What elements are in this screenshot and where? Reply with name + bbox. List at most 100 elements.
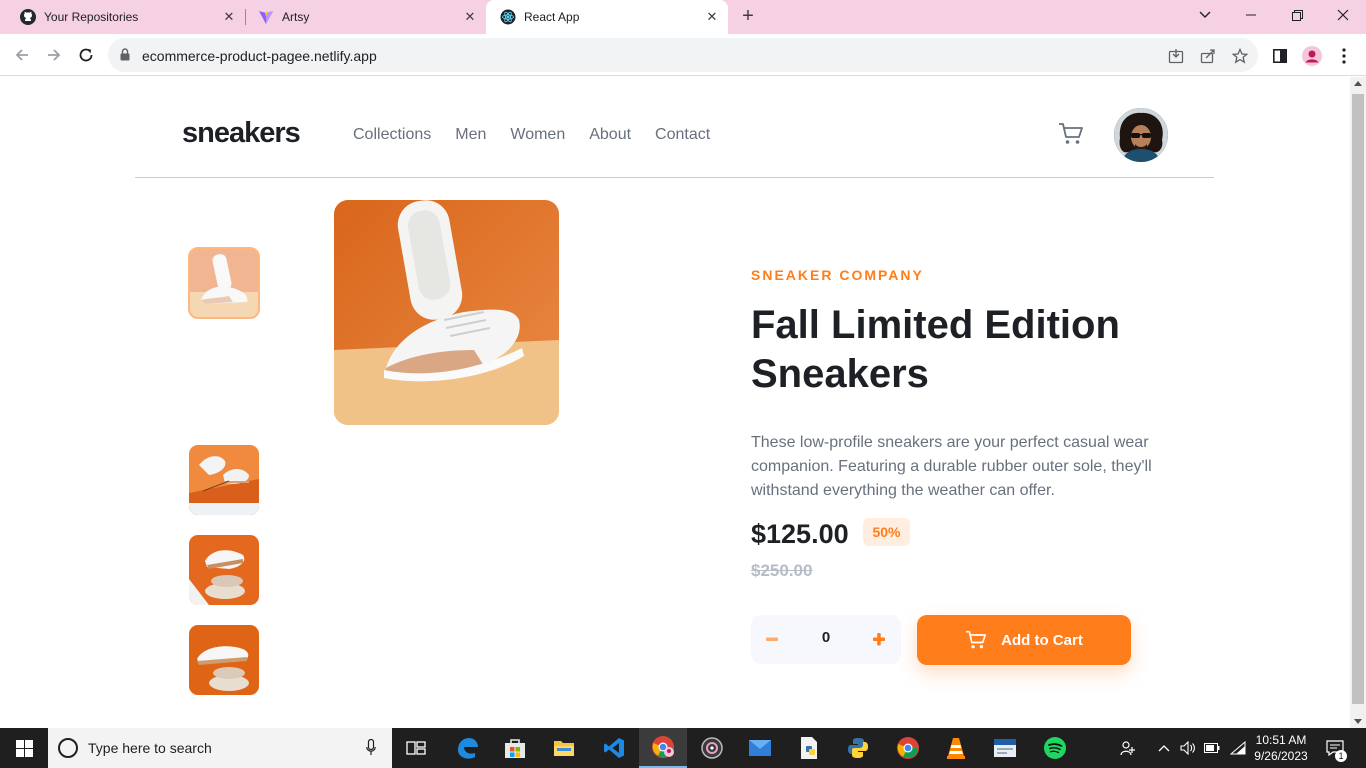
- taskbar-app-window[interactable]: [981, 728, 1029, 768]
- microphone-icon[interactable]: [366, 738, 376, 761]
- edge-icon: [458, 738, 478, 759]
- site-logo[interactable]: sneakers: [182, 117, 301, 150]
- volume-icon: [1180, 741, 1195, 755]
- notification-count-badge: 1: [1335, 750, 1347, 762]
- bookmark-star-icon[interactable]: [1231, 47, 1249, 65]
- vscode-icon: [604, 738, 624, 758]
- media-player-icon: [701, 737, 723, 759]
- tray-people-button[interactable]: [1116, 728, 1140, 768]
- taskbar-chrome-active[interactable]: [639, 728, 687, 768]
- nav-link-about[interactable]: About: [589, 126, 631, 144]
- tab-react-app[interactable]: React App ✕: [486, 0, 728, 34]
- scroll-up-icon[interactable]: [1354, 81, 1362, 86]
- react-icon: [500, 9, 516, 25]
- address-bar[interactable]: ecommerce-product-pagee.netlify.app: [108, 38, 1258, 72]
- taskbar-media-player[interactable]: [688, 728, 736, 768]
- tab-search-button[interactable]: [1182, 0, 1228, 30]
- tray-overflow-button[interactable]: [1154, 728, 1174, 768]
- store-icon: [505, 739, 525, 758]
- browser-menu-button[interactable]: [1334, 46, 1354, 66]
- current-price: $125.00: [751, 519, 849, 549]
- new-tab-button[interactable]: +: [738, 6, 758, 27]
- tray-volume-button[interactable]: [1178, 728, 1198, 768]
- plus-icon: [873, 633, 885, 646]
- main-nav: Collections Men Women About Contact: [353, 126, 710, 144]
- tray-battery-button[interactable]: [1202, 728, 1222, 768]
- taskbar-clock[interactable]: 10:51 AM 9/26/2023: [1250, 732, 1312, 764]
- restore-button[interactable]: [1274, 0, 1320, 30]
- header-divider: [135, 177, 1214, 178]
- task-view-button[interactable]: [392, 728, 440, 768]
- scrollbar-thumb[interactable]: [1352, 94, 1364, 704]
- back-button[interactable]: [9, 42, 35, 68]
- vite-icon: [258, 9, 274, 25]
- install-app-icon[interactable]: [1167, 47, 1185, 65]
- taskbar-python[interactable]: [834, 728, 882, 768]
- close-icon: [1337, 9, 1349, 21]
- scroll-down-icon[interactable]: [1354, 719, 1362, 724]
- close-icon[interactable]: ✕: [704, 9, 720, 25]
- cart-icon[interactable]: [1058, 122, 1084, 146]
- cart-icon: [966, 630, 987, 649]
- taskbar-edge[interactable]: [443, 728, 491, 768]
- company-name: SNEAKER COMPANY: [751, 267, 924, 283]
- more-vertical-icon: [1342, 48, 1346, 64]
- tray-network-button[interactable]: [1228, 728, 1248, 768]
- taskbar-mail[interactable]: [736, 728, 784, 768]
- user-avatar[interactable]: [1114, 108, 1168, 162]
- increase-quantity-button[interactable]: [872, 629, 886, 649]
- chrome-profile-icon: [652, 736, 674, 758]
- taskbar-chrome[interactable]: [884, 728, 932, 768]
- nav-link-men[interactable]: Men: [455, 126, 486, 144]
- profile-button[interactable]: [1302, 46, 1322, 66]
- action-center-button[interactable]: 1: [1322, 728, 1348, 768]
- taskbar-vscode[interactable]: [590, 728, 638, 768]
- github-icon: [20, 9, 36, 25]
- side-panel-button[interactable]: [1270, 46, 1290, 66]
- close-icon[interactable]: ✕: [462, 9, 478, 25]
- taskbar-python-file[interactable]: [785, 728, 833, 768]
- add-to-cart-button[interactable]: Add to Cart: [917, 615, 1131, 665]
- nav-link-collections[interactable]: Collections: [353, 126, 431, 144]
- reload-button[interactable]: [73, 42, 99, 68]
- close-window-button[interactable]: [1320, 0, 1366, 30]
- product-thumbnail-1[interactable]: [188, 247, 260, 319]
- product-thumbnail-2[interactable]: [189, 445, 259, 515]
- taskbar-search-box[interactable]: Type here to search: [48, 728, 392, 768]
- clock-time: 10:51 AM: [1255, 733, 1307, 747]
- url-text: ecommerce-product-pagee.netlify.app: [142, 48, 377, 64]
- python-icon: [848, 738, 868, 758]
- taskbar-vlc[interactable]: [932, 728, 980, 768]
- nav-link-contact[interactable]: Contact: [655, 126, 710, 144]
- spotify-icon: [1044, 737, 1066, 759]
- restore-icon: [1291, 9, 1303, 21]
- wifi-icon: [1230, 741, 1246, 755]
- taskbar-store[interactable]: [491, 728, 539, 768]
- add-to-cart-label: Add to Cart: [1001, 631, 1083, 649]
- tab-artsy[interactable]: Artsy ✕: [238, 0, 486, 34]
- close-icon[interactable]: ✕: [221, 9, 237, 25]
- taskbar-file-explorer[interactable]: [540, 728, 588, 768]
- minimize-button[interactable]: [1228, 0, 1274, 30]
- folder-icon: [554, 741, 574, 756]
- nav-link-women[interactable]: Women: [510, 126, 565, 144]
- tab-your-repositories[interactable]: Your Repositories ✕: [0, 0, 245, 34]
- taskbar-spotify[interactable]: [1031, 728, 1079, 768]
- chrome-icon: [897, 737, 919, 759]
- mail-icon: [749, 740, 771, 756]
- reload-icon: [79, 48, 93, 62]
- product-thumbnail-3[interactable]: [189, 535, 259, 605]
- product-description: These low-profile sneakers are your perf…: [751, 434, 1152, 499]
- forward-button[interactable]: [41, 42, 67, 68]
- quantity-stepper: 0: [751, 615, 901, 664]
- discount-badge: 50%: [863, 518, 910, 546]
- browser-tab-strip: Your Repositories ✕ Artsy ✕ React App ✕ …: [0, 0, 1366, 34]
- product-main-image[interactable]: [334, 200, 559, 425]
- product-thumbnail-4[interactable]: [189, 625, 259, 695]
- page-scrollbar[interactable]: [1350, 77, 1366, 728]
- arrow-left-icon: [15, 49, 28, 61]
- start-button[interactable]: [0, 728, 48, 768]
- share-icon[interactable]: [1199, 47, 1217, 65]
- lock-icon: [120, 48, 130, 66]
- python-file-icon: [801, 737, 817, 759]
